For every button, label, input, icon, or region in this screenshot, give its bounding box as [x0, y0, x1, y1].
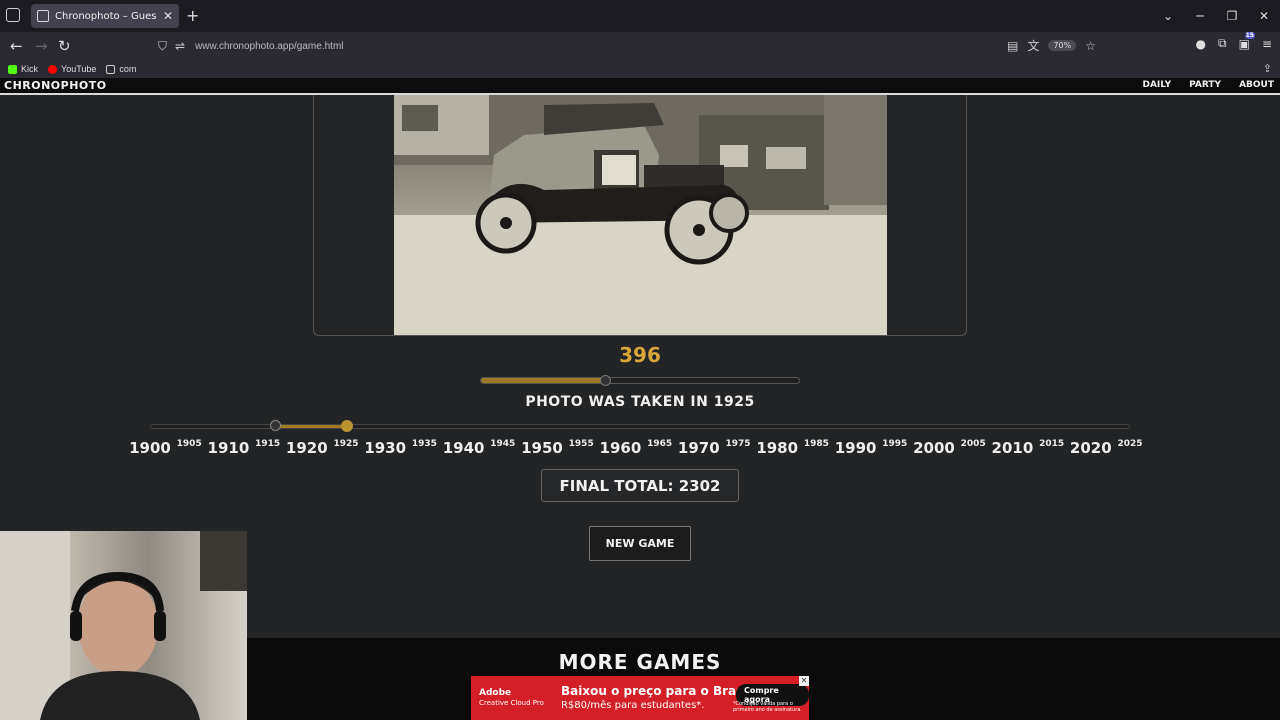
ad-close-icon[interactable]: ✕ — [799, 676, 809, 686]
window-controls: ⌄ ─ ❐ ✕ — [1152, 0, 1280, 32]
close-window-icon[interactable]: ✕ — [1248, 9, 1280, 23]
year-tick-label: 2000 — [913, 439, 955, 457]
score-bar-marker — [600, 375, 612, 386]
bookmark-manage-icon[interactable]: ⇪ — [1263, 62, 1272, 75]
year-tick-label: 1945 — [490, 439, 516, 449]
year-tick-label: 1955 — [568, 439, 594, 449]
bookmark-folder-com[interactable]: com — [106, 64, 136, 74]
year-tick-label: 2020 — [1069, 439, 1112, 457]
extension-badge-icon[interactable]: ▣ 15 — [1239, 31, 1255, 51]
account-icon[interactable]: ● — [1196, 37, 1206, 51]
photo-vintage-car — [394, 95, 887, 335]
shield-icon[interactable]: ⛉ — [158, 39, 167, 54]
ad-brand-name: Adobe — [479, 688, 512, 698]
year-tick-label: 1900 — [129, 439, 171, 457]
guess-answer-range — [276, 425, 347, 428]
nav-about[interactable]: ABOUT — [1239, 80, 1274, 90]
photo-frame — [313, 95, 967, 336]
back-icon[interactable]: ← — [10, 37, 23, 55]
ad-fine-print: *Condição válida para o primeiro ano de … — [733, 701, 803, 713]
year-slider[interactable] — [150, 420, 1130, 432]
year-tick-label: 1930 — [364, 439, 407, 457]
answer-year-marker — [341, 420, 353, 432]
year-tick-label: 1935 — [411, 439, 437, 449]
bookmark-youtube[interactable]: YouTube — [48, 64, 96, 74]
url-text[interactable]: www.chronophoto.app/game.html — [195, 41, 343, 52]
site-header: CHRONOPHOTO DAILY PARTY ABOUT — [0, 78, 1280, 95]
year-tick-label: 1970 — [677, 439, 720, 457]
year-tick-label: 1910 — [207, 439, 250, 457]
browser-navbar: ← → ↻ ⛉ ⇌ www.chronophoto.app/game.html … — [0, 31, 1280, 60]
youtube-icon — [48, 64, 58, 74]
final-total: FINAL TOTAL: 2302 — [541, 469, 739, 502]
webcam-overlay — [0, 531, 247, 720]
score-bar — [480, 375, 800, 386]
minimize-icon[interactable]: ─ — [1184, 9, 1216, 23]
ad-subline: R$80/mês para estudantes*. — [561, 700, 705, 711]
round-score: 396 — [619, 343, 661, 367]
advertisement-banner[interactable]: Adobe Creative Cloud Pro Baixou o preço … — [471, 676, 809, 720]
nav-daily[interactable]: DAILY — [1143, 80, 1172, 90]
nav-party[interactable]: PARTY — [1189, 80, 1221, 90]
year-tick-label: 1990 — [834, 439, 877, 457]
restore-icon[interactable]: ❐ — [1216, 9, 1248, 23]
year-tick-label: 2015 — [1039, 439, 1065, 449]
year-tick-label: 2010 — [991, 439, 1034, 457]
browser-tab[interactable]: Chronophoto – Guess the Year ✕ — [31, 4, 179, 28]
tab-list-icon[interactable] — [6, 8, 20, 22]
bookmark-label: YouTube — [61, 64, 97, 74]
tab-title: Chronophoto – Guess the Year — [55, 10, 157, 22]
folder-icon — [106, 64, 116, 74]
webcam-person — [0, 531, 247, 720]
extensions-icon[interactable]: ⧉ — [1218, 36, 1227, 51]
year-tick-label: 1995 — [882, 439, 908, 449]
year-tick-label: 1985 — [803, 439, 829, 449]
reload-icon[interactable]: ↻ — [58, 37, 71, 55]
kick-icon — [8, 64, 17, 74]
year-tick-label: 2025 — [1117, 439, 1143, 449]
bookmark-star-icon[interactable]: ☆ — [1085, 39, 1096, 53]
extension-badge: 15 — [1244, 31, 1255, 39]
permissions-icon[interactable]: ⇌ — [175, 39, 185, 53]
photo-year-result: PHOTO WAS TAKEN IN 1925 — [525, 394, 755, 410]
year-tick-label: 1915 — [255, 439, 281, 449]
translate-icon[interactable]: 文 — [1027, 37, 1039, 54]
year-tick-label: 1965 — [647, 439, 673, 449]
zoom-level[interactable]: 70% — [1048, 40, 1077, 51]
site-nav: DAILY PARTY ABOUT — [1143, 80, 1275, 90]
year-tick-label: 1975 — [725, 439, 751, 449]
year-tick-label: 1980 — [756, 439, 799, 457]
url-bar[interactable]: ⛉ ⇌ www.chronophoto.app/game.html ▤ 文 70… — [150, 34, 1102, 58]
year-tick-label: 1940 — [442, 439, 485, 457]
year-tick-label: 1920 — [285, 439, 328, 457]
bookmark-label: Kick — [21, 64, 39, 74]
ad-brand-sub: Creative Cloud Pro — [479, 699, 544, 707]
new-game-button[interactable]: NEW GAME — [589, 526, 691, 561]
year-tick-label: 1960 — [599, 439, 642, 457]
chevron-down-icon[interactable]: ⌄ — [1152, 9, 1184, 23]
year-tick-label: 1905 — [176, 439, 202, 449]
ad-headline: Baixou o preço para o Brasil. — [561, 684, 757, 698]
guess-year-handle[interactable] — [270, 420, 282, 431]
bookmark-kick[interactable]: Kick — [8, 64, 38, 74]
year-tick-label: 2005 — [960, 439, 986, 449]
reader-view-icon[interactable]: ▤ — [1007, 39, 1018, 53]
new-tab-icon[interactable]: + — [186, 6, 199, 25]
site-logo[interactable]: CHRONOPHOTO — [4, 79, 107, 92]
camera-icon — [37, 10, 49, 22]
score-bar-fill — [481, 378, 606, 383]
close-icon[interactable]: ✕ — [163, 9, 173, 23]
menu-icon[interactable]: ≡ — [1262, 37, 1272, 51]
bookmark-label: com — [119, 64, 137, 74]
browser-tab-bar: Chronophoto – Guess the Year ✕ + ⌄ ─ ❐ ✕ — [0, 0, 1280, 32]
game-photo — [394, 95, 887, 335]
forward-icon[interactable]: → — [35, 37, 48, 55]
year-tick-label: 1925 — [333, 439, 359, 449]
bookmarks-bar: Kick YouTube com ⇪ — [0, 60, 1280, 78]
year-tick-label: 1950 — [521, 439, 563, 457]
ad-brand: Adobe Creative Cloud Pro — [479, 688, 544, 708]
